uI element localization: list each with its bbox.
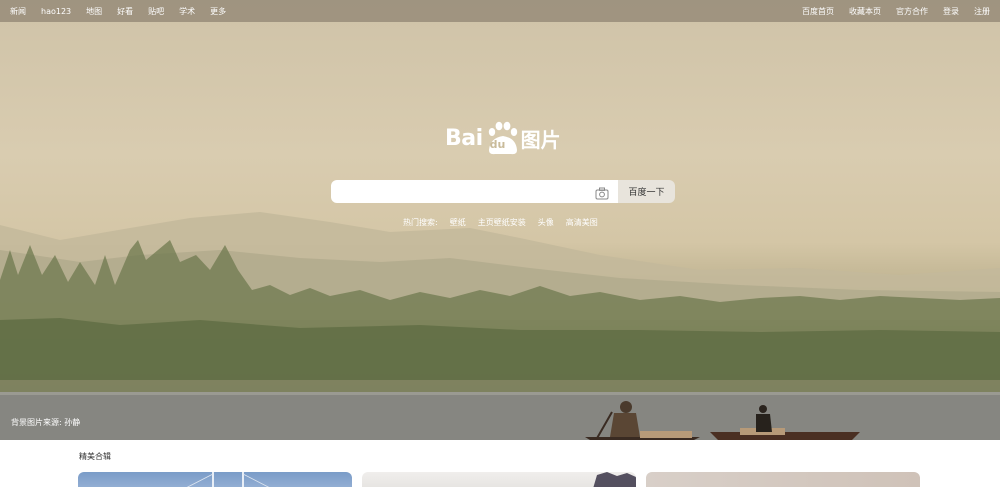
top-navigation: 新闻 hao123 地图 好看 贴吧 学术 更多 百度首页 收藏本页 官方合作 … [0, 0, 1000, 22]
nav-link-cooperation[interactable]: 官方合作 [896, 6, 928, 17]
collection-thumbnails [78, 472, 930, 487]
top-nav-right: 百度首页 收藏本页 官方合作 登录 注册 [787, 6, 990, 17]
search-bar: 百度一下 [331, 180, 675, 203]
collection-card[interactable] [646, 472, 920, 487]
nav-link-bookmark[interactable]: 收藏本页 [849, 6, 881, 17]
collection-card[interactable] [78, 472, 352, 487]
nav-link-hao123[interactable]: hao123 [41, 7, 71, 16]
bridge-image [186, 472, 270, 487]
section-title: 精美合辑 [79, 452, 111, 461]
hot-search-item[interactable]: 壁纸 [450, 217, 466, 228]
hot-search-item[interactable]: 高清美图 [566, 217, 598, 228]
background-credit: 背景图片来源: 孙静 [11, 418, 81, 427]
camera-icon[interactable] [595, 185, 609, 200]
baidu-image-logo[interactable]: Bai du 图片 [445, 118, 561, 158]
login-link[interactable]: 登录 [943, 6, 959, 17]
hot-search: 热门搜索: 壁纸 主页壁纸安装 头像 高清美图 [403, 217, 610, 228]
painting-image [593, 472, 636, 487]
hot-search-item[interactable]: 主页壁纸安装 [478, 217, 526, 228]
nav-link-news[interactable]: 新闻 [10, 6, 26, 17]
nav-link-map[interactable]: 地图 [86, 6, 102, 17]
logo-text-tupian: 图片 [520, 127, 561, 152]
collection-card[interactable] [362, 472, 636, 487]
nav-link-tieba[interactable]: 贴吧 [148, 6, 164, 17]
register-link[interactable]: 注册 [974, 6, 990, 17]
nav-link-xueshu[interactable]: 学术 [179, 6, 195, 17]
logo-text-bai: Bai [445, 125, 483, 151]
hot-search-label: 热门搜索: [403, 218, 438, 227]
hot-search-item[interactable]: 头像 [538, 217, 554, 228]
nav-link-baidu-home[interactable]: 百度首页 [802, 6, 834, 17]
search-button[interactable]: 百度一下 [618, 180, 675, 203]
top-nav-left: 新闻 hao123 地图 好看 贴吧 学术 更多 [10, 6, 241, 17]
logo-text-du: du [489, 138, 506, 151]
nav-link-more[interactable]: 更多 [210, 6, 226, 17]
paw-icon: du [484, 120, 520, 156]
search-input[interactable] [331, 180, 618, 203]
nav-link-haokan[interactable]: 好看 [117, 6, 133, 17]
